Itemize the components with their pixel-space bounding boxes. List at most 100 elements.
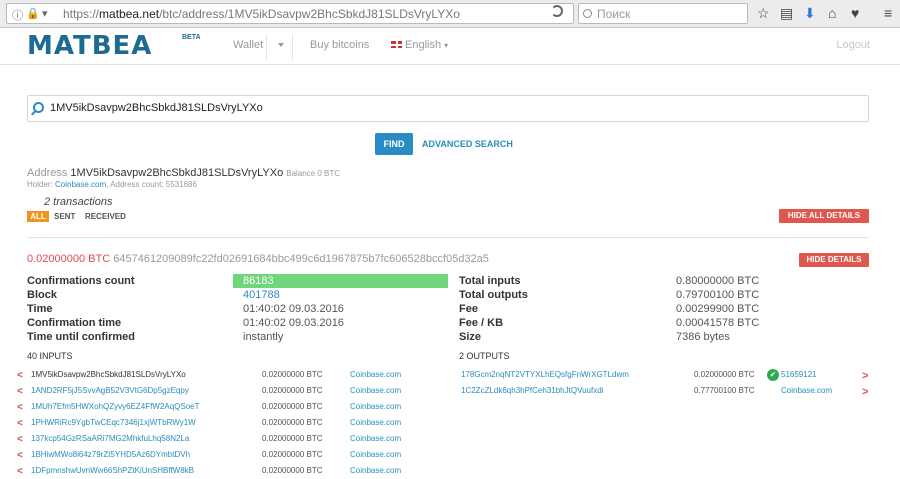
- search-icon: [33, 102, 44, 113]
- address-value: 1MV5ikDsavpw2BhcSbkdJ81SLDsVryLYXo: [70, 167, 284, 179]
- input-address-link[interactable]: 1PHWRiRc9YgbTwCEqc7346j1xjWTbRWy1W: [31, 418, 196, 427]
- arrow-left-icon[interactable]: <: [17, 434, 23, 445]
- bookmark-star-icon[interactable]: ☆: [757, 5, 770, 21]
- confirmations-label: Confirmations count: [27, 275, 135, 287]
- confirmation-time-value: 01:40:02 09.03.2016: [243, 317, 344, 329]
- total-outputs-label: Total outputs: [459, 289, 528, 301]
- browser-search-input[interactable]: Поиск: [578, 3, 748, 24]
- output-address-link[interactable]: 178Gcm2nqNT2VTYXLhEQsfgFnWrXGTLdwm: [461, 370, 629, 379]
- find-button[interactable]: FIND: [375, 133, 413, 155]
- pocket-icon[interactable]: ▾: [42, 7, 48, 20]
- hide-all-details-button[interactable]: HIDE ALL DETAILS: [779, 209, 869, 223]
- transaction-count: 2 transactions: [44, 196, 113, 208]
- output-row: 178Gcm2nqNT2VTYXLhEQsfgFnWrXGTLdwm 0.020…: [0, 369, 900, 382]
- nav-buy-bitcoins[interactable]: Buy bitcoins: [310, 39, 369, 51]
- home-icon[interactable]: ⌂: [828, 5, 836, 21]
- address-count: 5531686: [165, 180, 197, 189]
- input-owner-link[interactable]: Coinbase.com: [350, 434, 401, 443]
- url-bar[interactable]: ⓘ 🔒 ▾ https://matbea.net/btc/address/1MV…: [6, 3, 574, 24]
- search-icon: [583, 9, 592, 18]
- search-placeholder: Поиск: [597, 7, 631, 21]
- block-label: Block: [27, 289, 57, 301]
- holder-link[interactable]: Coinbase.com: [55, 180, 106, 189]
- input-row: < 1PHWRiRc9YgbTwCEqc7346j1xjWTbRWy1W 0.0…: [0, 418, 450, 430]
- fee-value: 0.00299900 BTC: [676, 303, 760, 315]
- logo-beta-badge: BETA: [182, 34, 201, 41]
- size-value: 7386 bytes: [676, 331, 730, 343]
- transaction-hash[interactable]: 6457461209089fc22fd02691684bbc499c6d1967…: [113, 253, 489, 265]
- holder-info: Holder: Coinbase.com, Address count: 553…: [27, 180, 197, 189]
- output-row: 1C2ZcZLdk6qh3hPfCeh31bhJtQVuufxdi 0.7770…: [0, 386, 900, 398]
- reload-icon[interactable]: [551, 5, 563, 17]
- nav-wallet[interactable]: Wallet: [233, 39, 263, 51]
- check-icon: ✔: [767, 369, 779, 381]
- chevron-down-icon[interactable]: [278, 43, 284, 47]
- output-amount: 0.02000000 BTC: [694, 370, 755, 379]
- time-label: Time: [27, 303, 53, 315]
- reading-list-icon[interactable]: ▤: [780, 5, 793, 21]
- fee-per-kb-value: 0.00041578 BTC: [676, 317, 760, 329]
- filter-received-tab[interactable]: RECEIVED: [85, 211, 126, 222]
- nav-divider: [292, 34, 293, 60]
- info-icon[interactable]: ⓘ: [12, 7, 23, 23]
- total-outputs-value: 0.79700100 BTC: [676, 289, 760, 301]
- output-address-link[interactable]: 1C2ZcZLdk6qh3hPfCeh31bhJtQVuufxdi: [461, 386, 603, 395]
- arrow-right-icon[interactable]: >: [862, 386, 868, 398]
- fee-per-kb-label: Fee / KB: [459, 317, 504, 329]
- output-owner-link[interactable]: Coinbase.com: [781, 386, 832, 395]
- arrow-left-icon[interactable]: <: [17, 466, 23, 477]
- address-search-input[interactable]: 1MV5ikDsavpw2BhcSbkdJ81SLDsVryLYXo: [27, 95, 869, 122]
- balance: Balance 0 BTC: [286, 169, 341, 178]
- arrow-left-icon[interactable]: <: [17, 418, 23, 429]
- total-inputs-value: 0.80000000 BTC: [676, 275, 760, 287]
- url-text[interactable]: https://matbea.net/btc/address/1MV5ikDsa…: [63, 7, 460, 21]
- confirmations-value: 86183: [243, 275, 274, 287]
- input-address-link[interactable]: 1MUh7Efm5HWXohQZyvy6EZ4FfW2AqQSoeT: [31, 402, 200, 411]
- fee-label: Fee: [459, 303, 478, 315]
- filter-all-tab[interactable]: ALL: [27, 211, 49, 222]
- filter-sent-tab[interactable]: SENT: [54, 211, 75, 222]
- pocket-save-icon[interactable]: ♥: [851, 5, 859, 21]
- divider: [27, 237, 869, 238]
- input-owner-link[interactable]: Coinbase.com: [350, 402, 401, 411]
- site-header: MATBEA BETA Wallet Buy bitcoins English …: [0, 28, 900, 65]
- input-row: < 1BHiwMWo8i64z79rZt5YHD5Az6DYmbtDVh 0.0…: [0, 450, 450, 462]
- hide-details-button[interactable]: HIDE DETAILS: [799, 253, 869, 267]
- input-address-link[interactable]: 137kcp54GzRSaARi7MG2MhkfuLhq58N2La: [31, 434, 189, 443]
- advanced-search-link[interactable]: ADVANCED SEARCH: [422, 139, 513, 149]
- uk-flag-icon: [391, 41, 402, 48]
- address-summary: Address 1MV5ikDsavpw2BhcSbkdJ81SLDsVryLY…: [27, 167, 341, 179]
- input-address-link[interactable]: 1BHiwMWo8i64z79rZt5YHD5Az6DYmbtDVh: [31, 450, 190, 459]
- input-amount: 0.02000000 BTC: [262, 402, 323, 411]
- inputs-header: 40 INPUTS: [27, 351, 73, 361]
- search-value[interactable]: 1MV5ikDsavpw2BhcSbkdJ81SLDsVryLYXo: [50, 102, 263, 114]
- time-value: 01:40:02 09.03.2016: [243, 303, 344, 315]
- language-selector[interactable]: English ▾: [391, 39, 448, 51]
- arrow-left-icon[interactable]: <: [17, 450, 23, 461]
- outputs-header: 2 OUTPUTS: [459, 351, 510, 361]
- transaction-header: 0.02000000 BTC 6457461209089fc22fd026916…: [27, 253, 489, 265]
- time-until-confirmed-label: Time until confirmed: [27, 331, 135, 343]
- lock-icon: 🔒: [26, 8, 40, 20]
- output-owner-link[interactable]: 51659121: [781, 370, 817, 379]
- input-owner-link[interactable]: Coinbase.com: [350, 418, 401, 427]
- output-amount: 0.77700100 BTC: [694, 386, 755, 395]
- input-amount: 0.02000000 BTC: [262, 466, 323, 475]
- download-icon[interactable]: ⬇: [804, 5, 816, 21]
- input-address-link[interactable]: 1DFpmnshwUvnWw66ShPZtKiUnSHBffW8kB: [31, 466, 194, 475]
- nav-divider: [266, 34, 267, 60]
- input-row: < 1MUh7Efm5HWXohQZyvy6EZ4FfW2AqQSoeT 0.0…: [0, 402, 450, 414]
- block-link[interactable]: 401788: [243, 289, 280, 301]
- input-amount: 0.02000000 BTC: [262, 418, 323, 427]
- arrow-left-icon[interactable]: <: [17, 402, 23, 413]
- browser-toolbar: ⓘ 🔒 ▾ https://matbea.net/btc/address/1MV…: [0, 0, 900, 28]
- input-amount: 0.02000000 BTC: [262, 450, 323, 459]
- site-logo[interactable]: MATBEA: [27, 31, 152, 61]
- input-owner-link[interactable]: Coinbase.com: [350, 466, 401, 475]
- input-owner-link[interactable]: Coinbase.com: [350, 450, 401, 459]
- menu-icon[interactable]: ≡: [884, 5, 892, 21]
- arrow-right-icon[interactable]: >: [862, 370, 868, 382]
- input-row: < 137kcp54GzRSaARi7MG2MhkfuLhq58N2La 0.0…: [0, 434, 450, 446]
- time-until-confirmed-value: instantly: [243, 331, 284, 343]
- logout-link[interactable]: Logout: [836, 39, 870, 51]
